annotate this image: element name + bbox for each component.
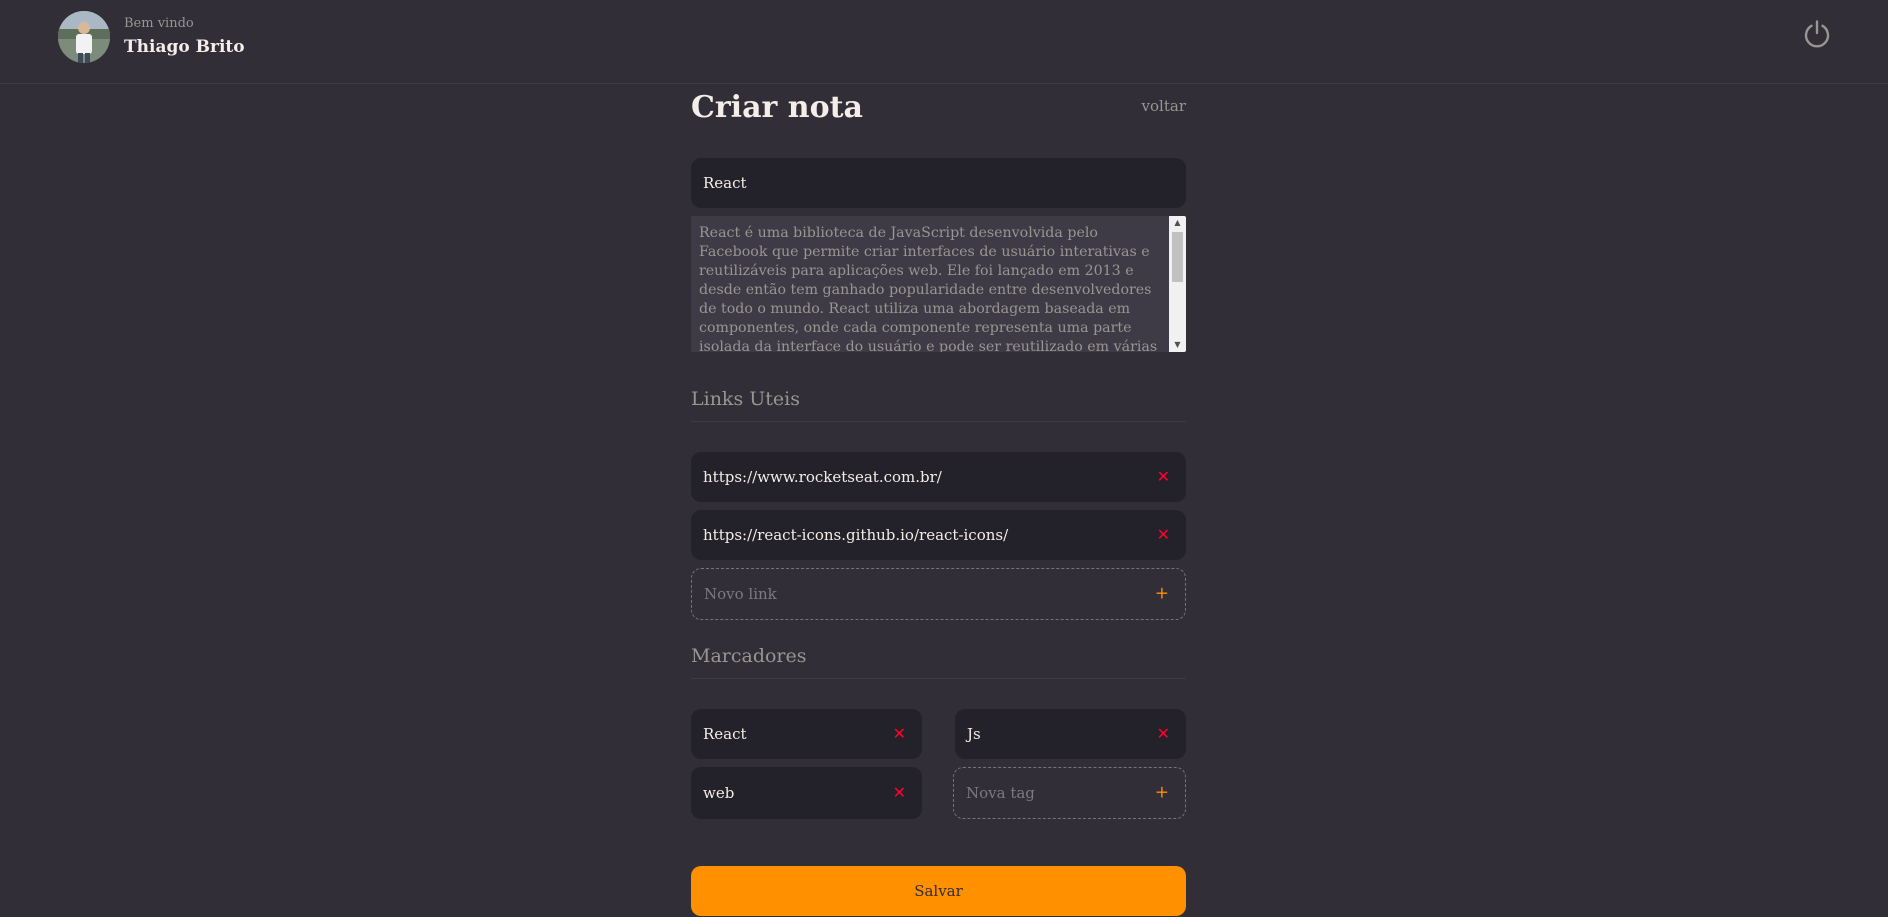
- scroll-up-arrow-icon[interactable]: ▲: [1169, 216, 1186, 230]
- new-tag-input[interactable]: Nova tag +: [953, 767, 1186, 819]
- links-section-title: Links Uteis: [691, 388, 1186, 422]
- tag-label: Js: [967, 725, 981, 743]
- note-title-value: React: [703, 174, 747, 192]
- power-icon: [1804, 20, 1830, 48]
- link-item[interactable]: https://react-icons.github.io/react-icon…: [691, 510, 1186, 560]
- new-link-placeholder: Novo link: [704, 585, 777, 603]
- app-header: Bem vindo Thiago Brito: [0, 0, 1888, 84]
- tag-item[interactable]: React ✕: [691, 709, 922, 759]
- welcome-text: Bem vindo: [124, 16, 194, 31]
- logout-button[interactable]: [1801, 18, 1833, 50]
- user-photo-icon: [58, 11, 110, 63]
- tags-section-title: Marcadores: [691, 645, 1186, 679]
- avatar[interactable]: [58, 11, 110, 63]
- username: Thiago Brito: [124, 37, 245, 57]
- remove-tag-icon[interactable]: ✕: [893, 785, 906, 801]
- scroll-down-arrow-icon[interactable]: ▼: [1169, 338, 1186, 352]
- link-item[interactable]: https://www.rocketseat.com.br/ ✕: [691, 452, 1186, 502]
- link-url: https://react-icons.github.io/react-icon…: [703, 526, 1009, 544]
- remove-tag-icon[interactable]: ✕: [1157, 726, 1170, 742]
- save-button[interactable]: Salvar: [691, 866, 1186, 916]
- note-title-input[interactable]: React: [691, 158, 1186, 208]
- back-link[interactable]: voltar: [1142, 97, 1186, 115]
- add-tag-icon[interactable]: +: [1155, 784, 1169, 802]
- remove-link-icon[interactable]: ✕: [1157, 469, 1170, 485]
- tag-item[interactable]: Js ✕: [955, 709, 1186, 759]
- scroll-thumb[interactable]: [1172, 232, 1183, 282]
- tag-label: web: [703, 784, 735, 802]
- new-tag-placeholder: Nova tag: [966, 784, 1035, 802]
- new-link-input[interactable]: Novo link +: [691, 568, 1186, 620]
- textarea-scrollbar[interactable]: ▲ ▼: [1169, 216, 1186, 352]
- add-link-icon[interactable]: +: [1155, 585, 1169, 603]
- remove-link-icon[interactable]: ✕: [1157, 527, 1170, 543]
- tag-label: React: [703, 725, 747, 743]
- page-title: Criar nota: [691, 90, 863, 125]
- link-url: https://www.rocketseat.com.br/: [703, 468, 942, 486]
- tag-item[interactable]: web ✕: [691, 767, 922, 819]
- note-description-textarea[interactable]: React é uma biblioteca de JavaScript des…: [691, 216, 1186, 352]
- remove-tag-icon[interactable]: ✕: [893, 726, 906, 742]
- note-description-text: React é uma biblioteca de JavaScript des…: [699, 225, 1158, 352]
